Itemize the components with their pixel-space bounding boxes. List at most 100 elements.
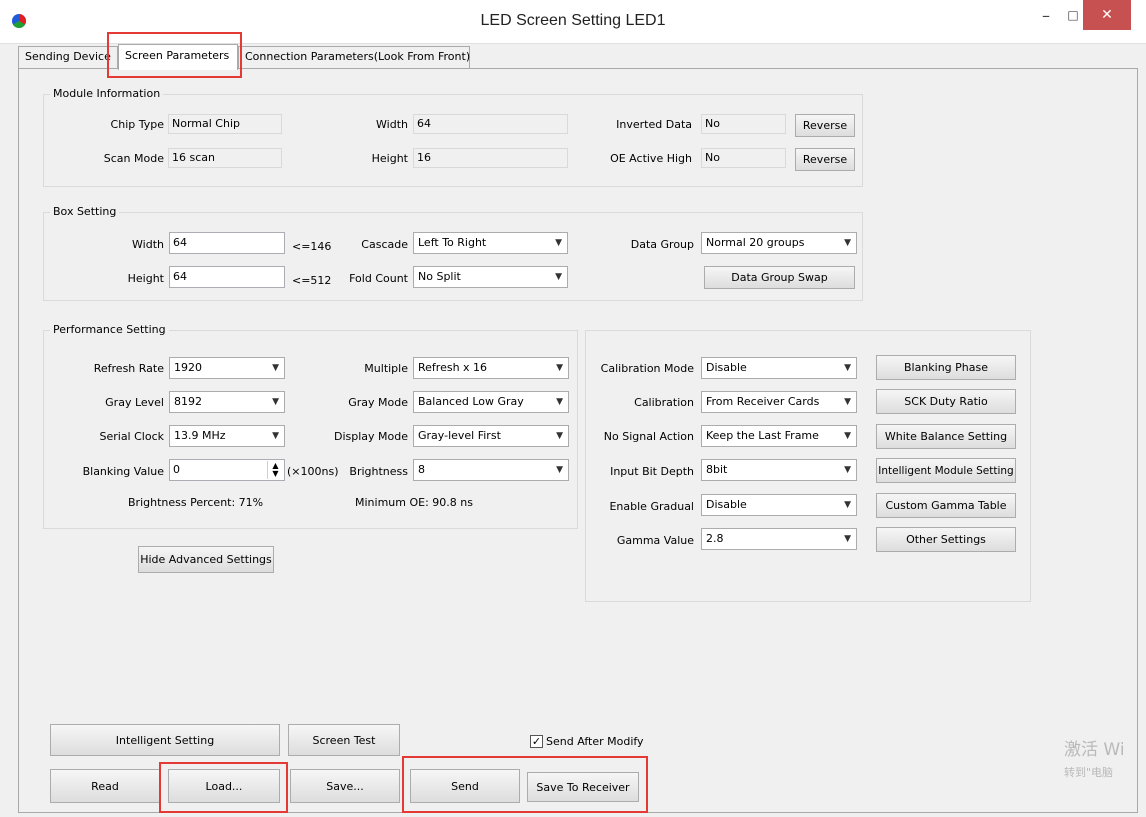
intelligent-setting-button[interactable]: Intelligent Setting xyxy=(50,724,280,756)
chevron-down-icon: ▼ xyxy=(272,363,279,373)
highlight-box-send xyxy=(402,756,648,813)
send-after-modify-checkbox[interactable]: ✓ xyxy=(530,735,543,748)
scan-mode-label: Scan Mode xyxy=(103,152,164,165)
multiple-value: Refresh x 16 xyxy=(418,361,488,374)
serial-clock-select[interactable]: 13.9 MHz ▼ xyxy=(169,425,285,447)
cascade-select[interactable]: Left To Right ▼ xyxy=(413,232,568,254)
chevron-down-icon: ▼ xyxy=(556,363,563,373)
chevron-down-icon: ▼ xyxy=(844,238,851,248)
highlight-box-load xyxy=(159,762,288,813)
data-group-value: Normal 20 groups xyxy=(706,236,805,249)
module-information-group: Module Information xyxy=(43,87,863,187)
oe-active-reverse-button[interactable]: Reverse xyxy=(795,148,855,171)
calibration-label: Calibration xyxy=(634,396,694,409)
fold-count-select[interactable]: No Split ▼ xyxy=(413,266,568,288)
gamma-value-label: Gamma Value xyxy=(616,534,694,547)
window-title: LED Screen Setting LED1 xyxy=(480,12,666,29)
activation-watermark-line1: 激活 Wi xyxy=(1064,740,1125,760)
box-width-label: Width xyxy=(132,238,164,251)
chevron-down-icon: ▼ xyxy=(844,500,851,510)
calibration-mode-value: Disable xyxy=(706,361,747,374)
gamma-value-select[interactable]: 2.8 ▼ xyxy=(701,528,857,550)
cascade-value: Left To Right xyxy=(418,236,487,249)
read-button[interactable]: Read xyxy=(50,769,160,803)
fold-count-label: Fold Count xyxy=(349,272,408,285)
hide-advanced-settings-button[interactable]: Hide Advanced Settings xyxy=(138,546,274,573)
group-title: Box Setting xyxy=(50,205,120,218)
input-bit-depth-label: Input Bit Depth xyxy=(610,465,694,478)
box-height-label: Height xyxy=(127,272,164,285)
input-bit-depth-value: 8bit xyxy=(706,463,728,476)
chevron-down-icon: ▼ xyxy=(844,465,851,475)
tab-connection-parameters[interactable]: Connection Parameters(Look From Front) xyxy=(238,46,470,68)
module-width-label: Width xyxy=(376,118,408,131)
module-height-field: 16 xyxy=(413,148,568,168)
display-mode-select[interactable]: Gray-level First ▼ xyxy=(413,425,569,447)
data-group-select[interactable]: Normal 20 groups ▼ xyxy=(701,232,857,254)
fold-count-value: No Split xyxy=(418,270,461,283)
chevron-down-icon: ▼ xyxy=(272,397,279,407)
chevron-down-icon: ▼ xyxy=(844,363,851,373)
data-group-swap-button[interactable]: Data Group Swap xyxy=(704,266,855,289)
chevron-down-icon: ▼ xyxy=(272,431,279,441)
inverted-data-label: Inverted Data xyxy=(616,118,692,131)
gray-mode-label: Gray Mode xyxy=(348,396,408,409)
intelligent-module-setting-button[interactable]: Intelligent Module Setting xyxy=(876,458,1016,483)
display-mode-value: Gray-level First xyxy=(418,429,501,442)
maximize-icon[interactable]: □ xyxy=(1062,0,1084,30)
multiple-select[interactable]: Refresh x 16 ▼ xyxy=(413,357,569,379)
inverted-data-field: No xyxy=(701,114,786,134)
inverted-data-reverse-button[interactable]: Reverse xyxy=(795,114,855,137)
module-height-label: Height xyxy=(371,152,408,165)
chip-type-field: Normal Chip xyxy=(168,114,282,134)
minimize-icon[interactable]: – xyxy=(1032,0,1060,30)
save-button[interactable]: Save... xyxy=(290,769,400,803)
brightness-percent-text: Brightness Percent: 71% xyxy=(128,496,264,509)
activation-watermark-line2: 转到"电脑 xyxy=(1064,766,1114,779)
cascade-label: Cascade xyxy=(361,238,408,251)
calibration-mode-label: Calibration Mode xyxy=(600,362,694,375)
scan-mode-field: 16 scan xyxy=(168,148,282,168)
serial-clock-value: 13.9 MHz xyxy=(174,429,226,442)
spin-arrows-icon[interactable]: ▲ ▼ xyxy=(267,461,283,479)
blanking-unit-label: (×100ns) xyxy=(287,465,339,478)
group-title: Module Information xyxy=(50,87,164,100)
blanking-phase-button[interactable]: Blanking Phase xyxy=(876,355,1016,380)
brightness-select[interactable]: 8 ▼ xyxy=(413,459,569,481)
close-icon[interactable]: ✕ xyxy=(1083,0,1131,30)
tab-sending-device[interactable]: Sending Device xyxy=(18,46,118,68)
module-width-field: 64 xyxy=(413,114,568,134)
data-group-label: Data Group xyxy=(630,238,694,251)
chevron-down-icon: ▼ xyxy=(556,431,563,441)
minimum-oe-text: Minimum OE: 90.8 ns xyxy=(355,496,473,509)
no-signal-action-select[interactable]: Keep the Last Frame ▼ xyxy=(701,425,857,447)
blanking-value-spinbox[interactable]: 0 ▲ ▼ xyxy=(169,459,285,481)
group-title: Performance Setting xyxy=(50,323,169,336)
brightness-value: 8 xyxy=(418,463,425,476)
sck-duty-ratio-button[interactable]: SCK Duty Ratio xyxy=(876,389,1016,414)
gray-mode-select[interactable]: Balanced Low Gray ▼ xyxy=(413,391,569,413)
blanking-value-label: Blanking Value xyxy=(82,465,164,478)
white-balance-setting-button[interactable]: White Balance Setting xyxy=(876,424,1016,449)
refresh-rate-select[interactable]: 1920 ▼ xyxy=(169,357,285,379)
chevron-down-icon: ▼ xyxy=(555,272,562,282)
chevron-down-icon: ▼ xyxy=(844,431,851,441)
refresh-rate-label: Refresh Rate xyxy=(93,362,164,375)
display-mode-label: Display Mode xyxy=(333,430,408,443)
oe-active-high-label: OE Active High xyxy=(610,152,692,165)
custom-gamma-table-button[interactable]: Custom Gamma Table xyxy=(876,493,1016,518)
gray-mode-value: Balanced Low Gray xyxy=(418,395,524,408)
calibration-mode-select[interactable]: Disable ▼ xyxy=(701,357,857,379)
highlight-box-screen-parameters xyxy=(107,32,242,78)
enable-gradual-select[interactable]: Disable ▼ xyxy=(701,494,857,516)
calibration-select[interactable]: From Receiver Cards ▼ xyxy=(701,391,857,413)
enable-gradual-value: Disable xyxy=(706,498,747,511)
box-width-input[interactable]: 64 xyxy=(169,232,285,254)
gray-level-select[interactable]: 8192 ▼ xyxy=(169,391,285,413)
chevron-down-icon: ▼ xyxy=(555,238,562,248)
other-settings-button[interactable]: Other Settings xyxy=(876,527,1016,552)
box-height-input[interactable]: 64 xyxy=(169,266,285,288)
screen-test-button[interactable]: Screen Test xyxy=(288,724,400,756)
oe-active-high-field: No xyxy=(701,148,786,168)
input-bit-depth-select[interactable]: 8bit ▼ xyxy=(701,459,857,481)
